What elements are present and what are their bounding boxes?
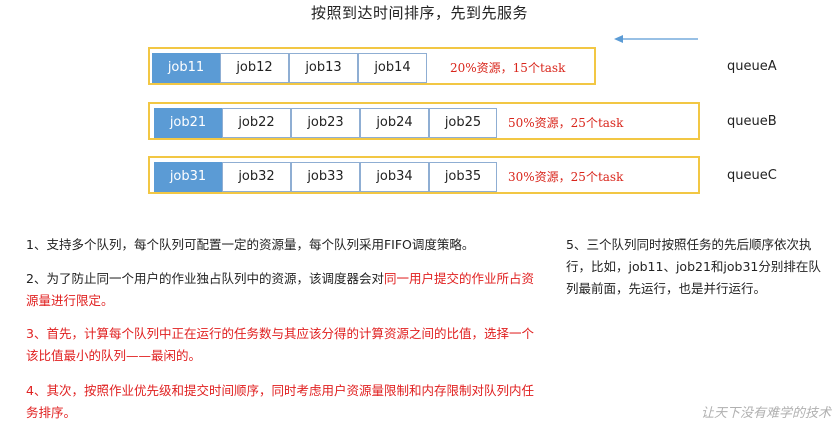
watermark-text: 让天下没有难学的技术 xyxy=(700,406,831,421)
queue-a-container: job11 job12 job13 job14 20%资源，15个task xyxy=(148,47,596,85)
job-box: job13 xyxy=(289,53,358,83)
queue-c-container: job31 job32 job33 job34 job35 30%资源，25个t… xyxy=(148,156,700,194)
note-1: 1、支持多个队列，每个队列可配置一定的资源量，每个队列采用FIFO调度策略。 xyxy=(26,237,475,252)
queue-label: queueB xyxy=(727,114,777,129)
note-4: 4、其次，按照作业优先级和提交时间顺序，同时考虑用户资源量限制和内存限制对队列内… xyxy=(26,383,534,420)
note-2: 2、为了防止同一个用户的作业独占队列中的资源，该调度器会对同一用户提交的作业所占… xyxy=(26,268,536,312)
job-box: job12 xyxy=(220,53,289,83)
job-box: job32 xyxy=(222,162,291,192)
queue-label: queueC xyxy=(727,168,777,183)
job-box: job21 xyxy=(154,108,222,138)
page-title: 按照到达时间排序，先到先服务 xyxy=(310,4,528,22)
job-box: job35 xyxy=(429,162,497,192)
job-box: job23 xyxy=(291,108,360,138)
queue-label: queueA xyxy=(727,59,777,74)
note-3: 3、首先，计算每个队列中正在运行的任务数与其应该分得的计算资源之间的比值，选择一… xyxy=(26,326,534,363)
job-box: job11 xyxy=(152,53,220,83)
queue-b-container: job21 job22 job23 job24 job25 50%资源，25个t… xyxy=(148,102,700,140)
job-box: job14 xyxy=(358,53,427,83)
job-box: job34 xyxy=(360,162,429,192)
note-5: 5、三个队列同时按照任务的先后顺序依次执行，比如，job11、job21和job… xyxy=(566,237,821,296)
note-2-text: 2、为了防止同一个用户的作业独占队列中的资源，该调度器会对 xyxy=(26,271,384,286)
resource-label: 20%资源，15个task xyxy=(450,61,566,75)
resource-label: 30%资源，25个task xyxy=(508,170,624,184)
arrow-left-icon xyxy=(614,35,698,43)
job-box: job24 xyxy=(360,108,429,138)
direction-arrow xyxy=(614,30,698,43)
job-box: job22 xyxy=(222,108,291,138)
job-box: job25 xyxy=(429,108,497,138)
resource-label: 50%资源，25个task xyxy=(508,116,624,130)
job-box: job31 xyxy=(154,162,222,192)
job-box: job33 xyxy=(291,162,360,192)
